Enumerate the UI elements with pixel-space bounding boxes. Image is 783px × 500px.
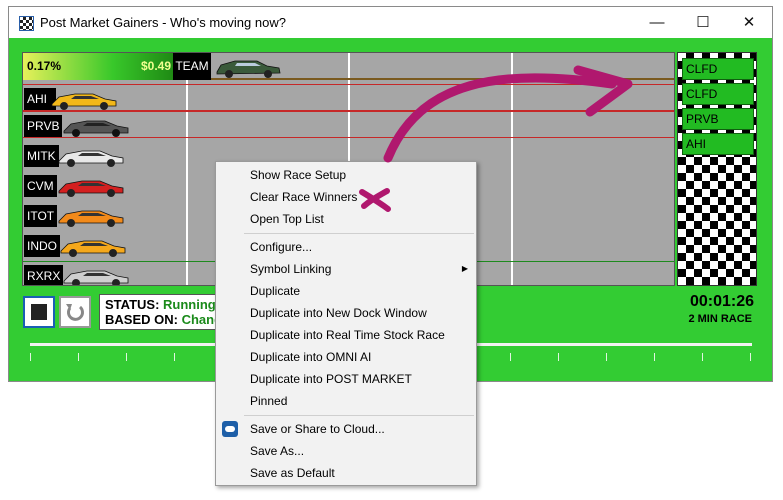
status-label: STATUS: xyxy=(105,297,160,312)
team-lane: 0.17% $0.49 TEAM xyxy=(23,53,674,80)
team-percent: 0.17% xyxy=(27,59,62,73)
lane-symbol: RXRX xyxy=(24,265,64,285)
maximize-button[interactable]: ☐ xyxy=(680,7,726,38)
menu-open-top-list[interactable]: Open Top List xyxy=(216,208,476,230)
menu-show-race-setup[interactable]: Show Race Setup xyxy=(216,164,476,186)
stop-button[interactable] xyxy=(23,296,55,328)
race-car-icon xyxy=(58,180,124,197)
winner-slot[interactable]: CLFD xyxy=(682,58,754,80)
stop-icon xyxy=(31,304,47,320)
team-gain-bar: 0.17% $0.49 xyxy=(23,53,173,80)
menu-configure[interactable]: Configure... xyxy=(216,236,476,258)
lane-symbol: INDO xyxy=(24,235,60,257)
race-lane[interactable]: AHI xyxy=(23,84,674,111)
lane-symbol: MITK xyxy=(24,145,59,167)
race-car-icon xyxy=(60,240,126,257)
winner-slot[interactable]: PRVB xyxy=(682,108,754,130)
lane-symbol: CVM xyxy=(24,175,57,197)
menu-save-share-cloud[interactable]: Save or Share to Cloud... xyxy=(216,418,476,440)
team-car-icon xyxy=(216,60,281,78)
status-value: Running xyxy=(163,297,216,312)
race-car-icon xyxy=(63,120,129,137)
lane-symbol: ITOT xyxy=(24,205,58,227)
minimize-button[interactable]: — xyxy=(634,7,680,38)
team-amount: $0.49 xyxy=(140,59,171,73)
lane-symbol: PRVB xyxy=(24,115,63,137)
menu-separator xyxy=(244,233,474,234)
menu-duplicate-post-market[interactable]: Duplicate into POST MARKET xyxy=(216,368,476,390)
race-car-icon xyxy=(58,210,124,227)
menu-pinned[interactable]: Pinned xyxy=(216,390,476,412)
submenu-arrow-icon: ▶ xyxy=(461,264,468,273)
winner-slot[interactable]: CLFD xyxy=(682,83,754,105)
context-menu: Show Race Setup Clear Race Winners Open … xyxy=(215,161,477,486)
winner-slot[interactable]: AHI xyxy=(682,133,754,155)
restart-icon xyxy=(66,304,84,321)
race-lane[interactable]: PRVB xyxy=(23,111,674,138)
race-car-icon xyxy=(58,150,124,167)
menu-save-as[interactable]: Save As... xyxy=(216,440,476,462)
cloud-icon xyxy=(222,421,238,437)
race-timer: 00:01:26 xyxy=(689,293,754,310)
title-bar[interactable]: Post Market Gainers - Who's moving now? … xyxy=(9,7,772,38)
menu-duplicate-new-dock-window[interactable]: Duplicate into New Dock Window xyxy=(216,302,476,324)
checkered-flag-icon xyxy=(19,16,34,31)
finish-line: CLFD CLFD PRVB AHI xyxy=(677,52,757,286)
menu-save-as-default[interactable]: Save as Default xyxy=(216,462,476,484)
based-on-label: BASED ON: xyxy=(105,312,178,327)
menu-duplicate-omni-ai[interactable]: Duplicate into OMNI AI xyxy=(216,346,476,368)
restart-button[interactable] xyxy=(59,296,91,328)
team-label: TEAM xyxy=(173,53,211,80)
menu-clear-race-winners[interactable]: Clear Race Winners xyxy=(216,186,476,208)
menu-separator xyxy=(244,415,474,416)
race-car-icon xyxy=(51,93,117,110)
close-button[interactable]: ✕ xyxy=(726,7,772,38)
menu-symbol-linking[interactable]: Symbol Linking ▶ xyxy=(216,258,476,280)
window-title: Post Market Gainers - Who's moving now? xyxy=(40,15,286,30)
race-mode: 2 MIN RACE xyxy=(688,313,752,325)
race-car-icon xyxy=(63,270,129,285)
menu-duplicate[interactable]: Duplicate xyxy=(216,280,476,302)
menu-duplicate-real-time-stock-race[interactable]: Duplicate into Real Time Stock Race xyxy=(216,324,476,346)
